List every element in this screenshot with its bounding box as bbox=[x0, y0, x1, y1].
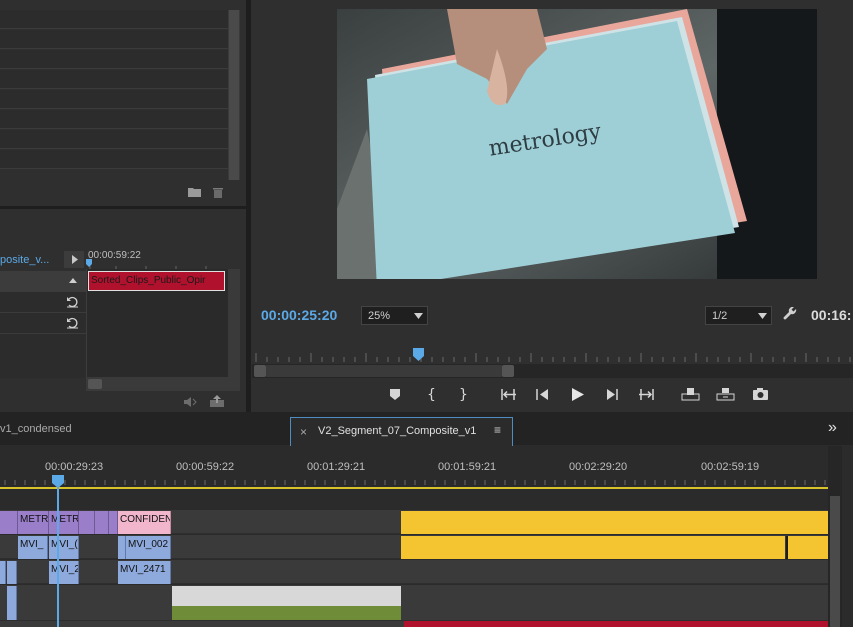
go-to-out-icon[interactable] bbox=[638, 388, 655, 401]
program-time-ruler[interactable] bbox=[252, 347, 853, 363]
mini-clip-label: Sorted_Clips_Public_Opir bbox=[91, 275, 206, 286]
mini-ruler[interactable]: 00:00:59:22 bbox=[86, 247, 228, 269]
mark-out-icon[interactable]: } bbox=[457, 386, 469, 402]
new-bin-icon[interactable] bbox=[188, 186, 201, 197]
timeline-panel: v1_condensed × V2_Segment_07_Composite_v… bbox=[0, 415, 853, 627]
project-row[interactable] bbox=[0, 130, 228, 149]
ruler-label: 00:01:29:21 bbox=[307, 461, 366, 473]
mark-in-icon[interactable]: { bbox=[425, 386, 437, 402]
project-row[interactable] bbox=[0, 50, 228, 69]
clip[interactable]: CONFIDEN bbox=[118, 511, 171, 534]
clip-red[interactable] bbox=[404, 621, 828, 627]
mini-clip[interactable]: Sorted_Clips_Public_Opir bbox=[88, 271, 225, 291]
export-icon[interactable] bbox=[210, 395, 224, 407]
program-zoom-bar[interactable] bbox=[252, 364, 853, 378]
export-frame-icon[interactable] bbox=[752, 387, 769, 401]
video-frame[interactable]: metrology bbox=[337, 9, 817, 279]
extract-icon[interactable] bbox=[716, 387, 735, 401]
resolution-value: 1/2 bbox=[712, 310, 728, 322]
sequence-tab-label[interactable]: posite_v... bbox=[0, 254, 49, 266]
svg-text:{: { bbox=[427, 387, 436, 402]
program-playhead[interactable] bbox=[413, 348, 425, 362]
project-row[interactable] bbox=[0, 90, 228, 109]
lift-icon[interactable] bbox=[681, 387, 700, 401]
add-marker-icon[interactable] bbox=[389, 388, 401, 401]
timeline-vscrollbar[interactable] bbox=[828, 446, 842, 627]
svg-text:}: } bbox=[459, 387, 468, 402]
clip[interactable] bbox=[0, 511, 18, 534]
clip[interactable] bbox=[118, 536, 126, 559]
project-scrollbar[interactable] bbox=[228, 10, 240, 180]
ruler-label: 00:02:59:19 bbox=[701, 461, 760, 473]
ruler-label: 00:00:29:23 bbox=[45, 461, 104, 473]
ruler-label: 00:02:29:20 bbox=[569, 461, 628, 473]
clip[interactable] bbox=[95, 511, 109, 534]
playhead-timecode[interactable]: 00:00:25:20 bbox=[261, 307, 337, 323]
tab-v2-segment-active[interactable]: × V2_Segment_07_Composite_v1 ≡ bbox=[290, 417, 513, 446]
tab-v1-condensed[interactable]: v1_condensed bbox=[0, 423, 72, 435]
track-header[interactable] bbox=[0, 312, 86, 333]
tab-menu-icon[interactable]: ≡ bbox=[494, 423, 501, 437]
zoom-dropdown[interactable]: 25% bbox=[361, 306, 428, 325]
work-area-bar[interactable] bbox=[0, 487, 828, 489]
project-row[interactable] bbox=[0, 110, 228, 129]
clip[interactable]: MVI_2471 bbox=[118, 561, 171, 584]
timeline-playhead-line[interactable] bbox=[57, 483, 59, 627]
clip[interactable] bbox=[401, 536, 785, 559]
clip[interactable] bbox=[7, 561, 17, 584]
track-header-selected[interactable] bbox=[0, 271, 86, 291]
panel-overflow-icon[interactable]: » bbox=[828, 419, 837, 437]
track-header[interactable] bbox=[0, 291, 86, 312]
tab-close-icon[interactable]: × bbox=[300, 425, 307, 439]
mini-ruler-timecode: 00:00:59:22 bbox=[88, 250, 141, 261]
sync-icon bbox=[67, 317, 78, 329]
clip[interactable]: MVI_2 bbox=[49, 561, 79, 584]
timeline-edge bbox=[842, 446, 853, 627]
clip[interactable] bbox=[109, 511, 118, 534]
clip[interactable] bbox=[0, 561, 6, 584]
clip[interactable]: METR bbox=[49, 511, 79, 534]
tab-label: V2_Segment_07_Composite_v1 bbox=[318, 425, 477, 437]
go-to-in-icon[interactable] bbox=[500, 388, 517, 401]
clip[interactable]: MVI_002 bbox=[126, 536, 171, 559]
zoom-value: 25% bbox=[368, 310, 391, 322]
timeline-playhead[interactable] bbox=[52, 475, 64, 489]
clip[interactable] bbox=[7, 586, 17, 620]
mini-hscrollbar[interactable] bbox=[86, 377, 240, 391]
play-icon[interactable] bbox=[571, 387, 585, 402]
track-a1[interactable] bbox=[0, 585, 828, 621]
clip[interactable]: MVI_ bbox=[18, 536, 48, 559]
sync-icon bbox=[67, 296, 78, 308]
step-back-icon[interactable] bbox=[536, 388, 550, 401]
clip[interactable]: MVI_( bbox=[49, 536, 79, 559]
clip-gray[interactable] bbox=[172, 586, 401, 606]
clip[interactable] bbox=[786, 536, 828, 559]
chevron-down-icon bbox=[758, 313, 767, 319]
mini-vscrollbar[interactable] bbox=[228, 269, 240, 377]
project-panel bbox=[0, 0, 246, 206]
project-row[interactable] bbox=[0, 30, 228, 49]
clip-green[interactable] bbox=[172, 606, 401, 620]
chevron-down-icon bbox=[414, 313, 423, 319]
track-header-empty bbox=[0, 333, 86, 378]
play-sequence-button[interactable] bbox=[64, 251, 84, 268]
ruler-label: 00:01:59:21 bbox=[438, 461, 497, 473]
audio-out-icon[interactable] bbox=[184, 397, 200, 407]
settings-wrench-icon[interactable] bbox=[783, 307, 798, 322]
mini-playhead[interactable] bbox=[86, 249, 92, 267]
resolution-dropdown[interactable]: 1/2 bbox=[705, 306, 772, 325]
project-row[interactable] bbox=[0, 150, 228, 169]
ruler-label: 00:00:59:22 bbox=[176, 461, 235, 473]
step-forward-icon[interactable] bbox=[605, 388, 619, 401]
clip[interactable] bbox=[79, 511, 95, 534]
trash-icon[interactable] bbox=[212, 186, 224, 198]
clip[interactable]: METR bbox=[18, 511, 49, 534]
clip[interactable] bbox=[401, 511, 828, 534]
project-row[interactable] bbox=[0, 10, 228, 29]
source-timeline-panel: posite_v... 00:00:59:22 Sorted_Clips_Pub… bbox=[0, 209, 246, 412]
duration-timecode: 00:16: bbox=[811, 307, 852, 323]
project-row[interactable] bbox=[0, 70, 228, 89]
